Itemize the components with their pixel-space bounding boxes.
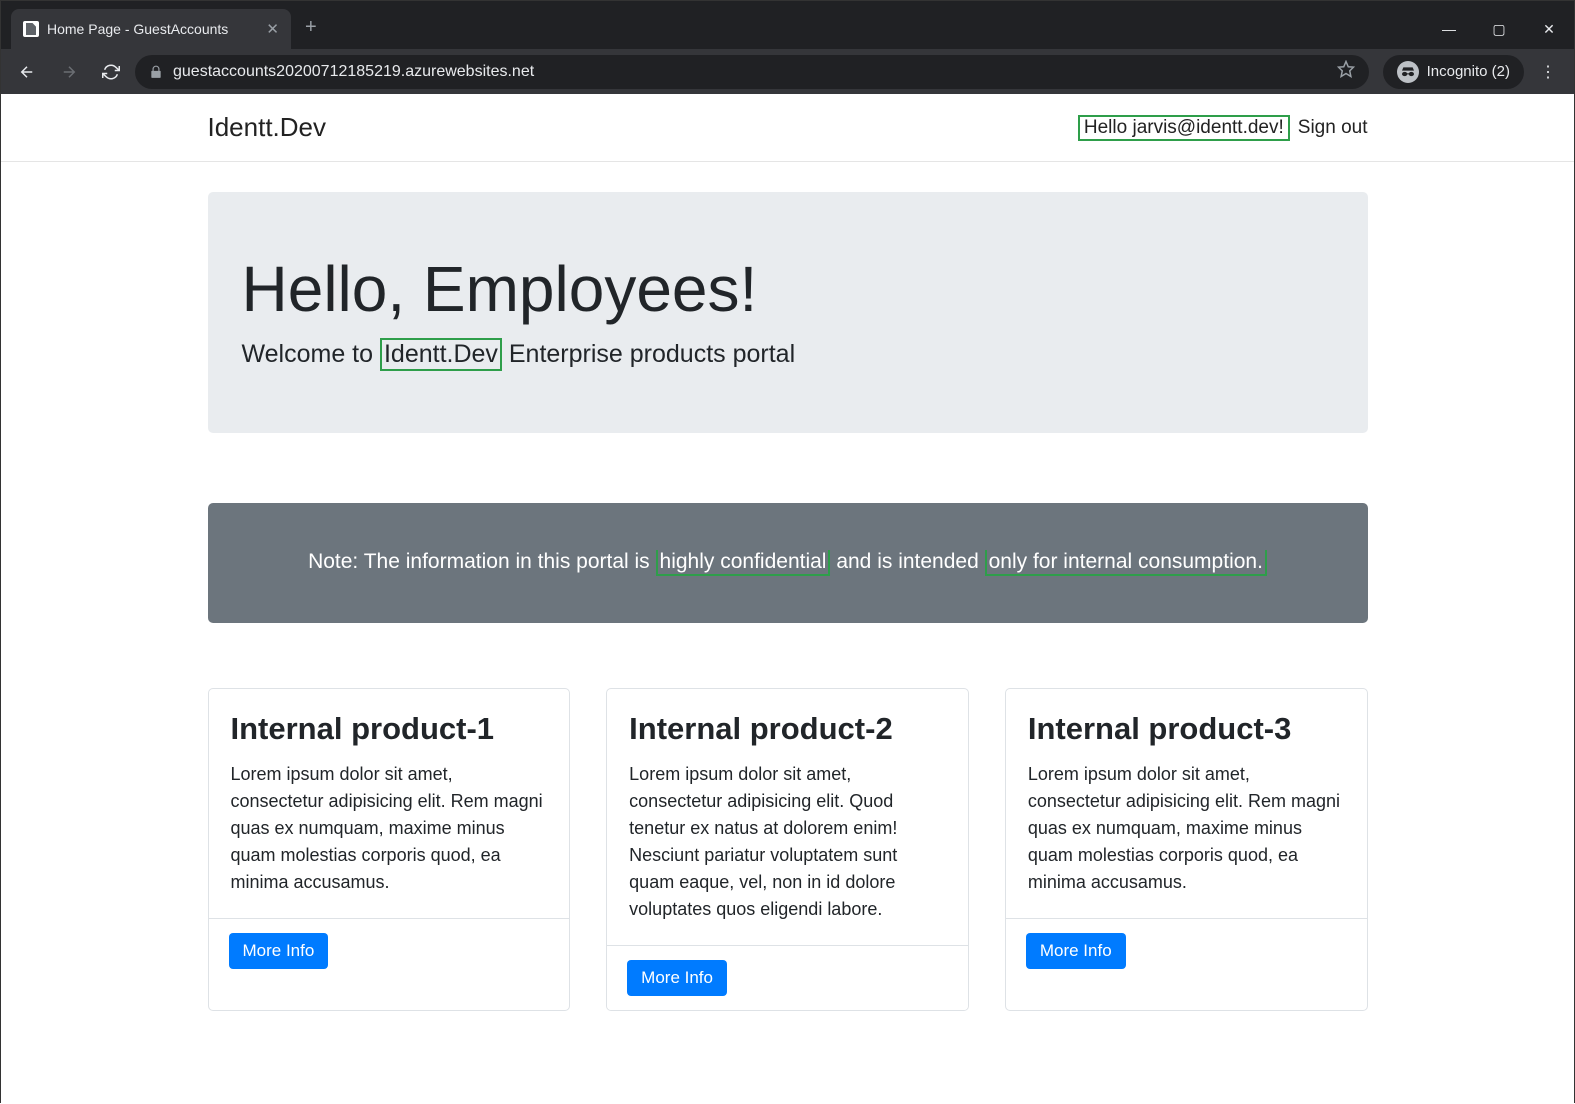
tab-bar: Home Page - GuestAccounts ✕ + — ▢ ✕ [1, 1, 1574, 49]
brand-link[interactable]: Identt.Dev [208, 112, 327, 143]
close-window-button[interactable]: ✕ [1524, 9, 1574, 49]
hero-subtitle-post: Enterprise products portal [502, 340, 795, 368]
browser-tab[interactable]: Home Page - GuestAccounts ✕ [11, 9, 291, 49]
alert-mid: and is intended [830, 550, 984, 573]
card-body-text: Lorem ipsum dolor sit amet, consectetur … [1028, 761, 1345, 896]
confidentiality-alert: Note: The information in this portal is … [208, 503, 1368, 623]
card-title: Internal product-3 [1028, 711, 1345, 747]
page-icon [23, 21, 39, 37]
bookmark-star-icon[interactable] [1337, 60, 1355, 83]
more-info-button[interactable]: More Info [627, 960, 727, 996]
browser-chrome: Home Page - GuestAccounts ✕ + — ▢ ✕ gues… [1, 1, 1574, 94]
user-greeting[interactable]: Hello jarvis@identt.dev! [1078, 115, 1290, 141]
forward-button[interactable] [51, 54, 87, 90]
hero-subtitle-highlight: Identt.Dev [380, 338, 502, 371]
product-cards: Internal product-1 Lorem ipsum dolor sit… [208, 688, 1368, 1011]
url-text: guestaccounts20200712185219.azurewebsite… [173, 63, 1327, 81]
maximize-button[interactable]: ▢ [1474, 9, 1524, 49]
hero-title: Hello, Employees! [242, 254, 1334, 324]
alert-highlight-2: only for internal consumption. [985, 550, 1267, 576]
card-title: Internal product-1 [231, 711, 548, 747]
incognito-badge[interactable]: Incognito (2) [1383, 55, 1524, 89]
product-card: Internal product-3 Lorem ipsum dolor sit… [1005, 688, 1368, 1011]
omnibox[interactable]: guestaccounts20200712185219.azurewebsite… [135, 55, 1369, 89]
minimize-button[interactable]: — [1424, 9, 1474, 49]
address-bar: guestaccounts20200712185219.azurewebsite… [1, 49, 1574, 94]
browser-menu-button[interactable]: ⋮ [1530, 62, 1566, 82]
incognito-label: Incognito (2) [1427, 63, 1510, 80]
close-tab-icon[interactable]: ✕ [266, 20, 279, 38]
card-body-text: Lorem ipsum dolor sit amet, consectetur … [231, 761, 548, 896]
product-card: Internal product-2 Lorem ipsum dolor sit… [606, 688, 969, 1011]
window-controls: — ▢ ✕ [1424, 9, 1574, 49]
more-info-button[interactable]: More Info [1026, 933, 1126, 969]
hero-banner: Hello, Employees! Welcome to Identt.Dev … [208, 192, 1368, 433]
back-button[interactable] [9, 54, 45, 90]
more-info-button[interactable]: More Info [229, 933, 329, 969]
card-body-text: Lorem ipsum dolor sit amet, consectetur … [629, 761, 946, 923]
incognito-icon [1397, 61, 1419, 83]
signout-link[interactable]: Sign out [1298, 117, 1368, 139]
lock-icon [149, 65, 163, 79]
alert-prefix: Note: The information in this portal is [308, 550, 655, 573]
alert-highlight-1: highly confidential [656, 550, 831, 576]
product-card: Internal product-1 Lorem ipsum dolor sit… [208, 688, 571, 1011]
new-tab-button[interactable]: + [305, 16, 317, 39]
reload-button[interactable] [93, 54, 129, 90]
tab-title: Home Page - GuestAccounts [47, 21, 258, 37]
card-title: Internal product-2 [629, 711, 946, 747]
hero-subtitle: Welcome to Identt.Dev Enterprise product… [242, 338, 1334, 371]
page-viewport: Identt.Dev Hello jarvis@identt.dev! Sign… [1, 94, 1574, 1104]
hero-subtitle-pre: Welcome to [242, 340, 380, 368]
site-navbar: Identt.Dev Hello jarvis@identt.dev! Sign… [1, 94, 1574, 162]
